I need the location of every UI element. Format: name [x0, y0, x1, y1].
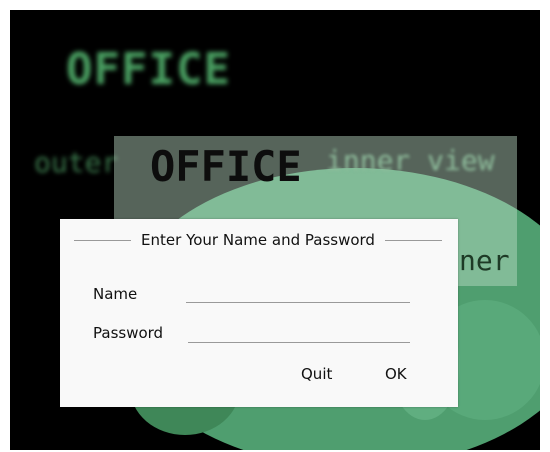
title-rule-left: [74, 239, 132, 241]
login-dialog: Enter Your Name and Password Name Passwo…: [60, 219, 458, 407]
outer-view-label: outer: [34, 146, 119, 179]
password-input[interactable]: [188, 322, 410, 343]
inner-view-title: OFFICE: [150, 142, 302, 191]
name-input[interactable]: [186, 282, 410, 303]
background-title: OFFICE: [66, 44, 231, 95]
inner-view-partial-label: ner: [459, 244, 510, 277]
quit-button[interactable]: Quit: [301, 365, 332, 383]
dialog-title-row: Enter Your Name and Password: [74, 231, 442, 249]
title-rule-right: [384, 239, 442, 241]
name-label: Name: [93, 285, 138, 303]
inner-view-label: inner view: [326, 144, 495, 177]
dialog-title: Enter Your Name and Password: [141, 231, 375, 249]
ok-button[interactable]: OK: [385, 365, 407, 383]
password-label: Password: [93, 324, 164, 342]
